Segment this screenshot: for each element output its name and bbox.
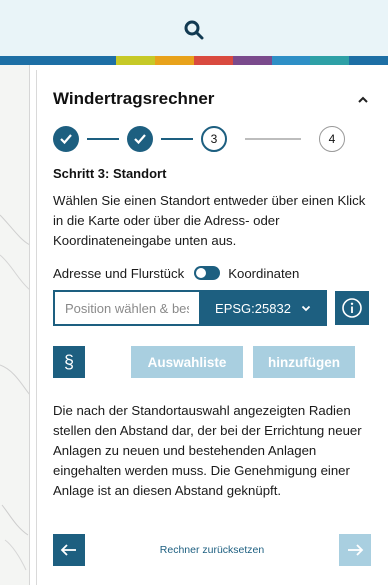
step-number: 4 [328,132,336,146]
previous-step-button[interactable] [53,534,85,566]
location-mode-toggle-row: Adresse und Flurstück Koordinaten [53,263,371,283]
law-button[interactable]: § [53,346,85,378]
map-view[interactable] [0,65,30,585]
search-icon [184,20,204,40]
color-band-segment [271,56,311,65]
color-band-segment [155,56,194,65]
add-button[interactable]: hinzufügen [253,346,355,378]
step-2-done[interactable] [127,126,153,152]
distance-info-text: Die nach der Standortauswahl angezeigten… [53,403,362,498]
arrow-left-icon [60,544,76,556]
step-number: 3 [210,132,218,146]
chevron-down-icon [301,305,311,311]
step-1-done[interactable] [53,126,79,152]
top-bar [0,0,388,60]
check-icon [134,134,146,145]
location-mode-toggle[interactable] [194,266,221,280]
toggle-label-coordinates: Koordinaten [228,265,300,281]
step-description: Wählen Sie einen Standort entweder über … [53,193,366,248]
search-button[interactable] [179,15,209,45]
panel-title: Windertragsrechner [53,89,215,108]
chevron-up-icon [358,96,368,103]
action-row: § Auswahliste hinzufügen [53,346,371,378]
stepper: 3 4 [53,124,369,154]
crs-selected-value: EPSG:25832 [215,300,291,316]
collapse-button[interactable] [353,91,373,107]
step-navigation: Rechner zurücksetzen [53,534,371,566]
check-icon [60,134,72,145]
color-band-segment [232,56,272,65]
color-band-segment [193,56,233,65]
color-band-segment [0,56,39,65]
brand-color-band [0,56,388,65]
step-connector [245,138,301,140]
panel-header: Windertragsrechner [53,86,373,112]
color-band-segment [77,56,117,65]
color-band-segment [310,56,350,65]
color-band-segment [349,56,388,65]
arrow-right-icon [348,544,364,556]
position-input-row: EPSG:25832 [53,290,371,326]
selection-list-button[interactable]: Auswahliste [131,346,243,378]
color-band-segment [38,56,78,65]
toggle-label-address: Adresse und Flurstück [53,265,185,281]
step-3-current[interactable]: 3 [201,126,227,152]
reset-calculator-link[interactable]: Rechner zurücksetzen [160,544,264,556]
crs-select[interactable]: EPSG:25832 [199,290,327,326]
color-band-segment [116,56,156,65]
calculator-panel: Windertragsrechner 3 4 Schritt 3: Stando… [36,70,388,585]
position-input[interactable] [53,290,199,326]
step-connector [161,138,193,140]
step-heading: Schritt 3: Standort [53,166,167,181]
next-step-button[interactable] [339,534,371,566]
step-4-future[interactable]: 4 [319,126,345,152]
info-icon [342,298,362,318]
step-connector [87,138,119,140]
info-button[interactable] [335,291,369,325]
